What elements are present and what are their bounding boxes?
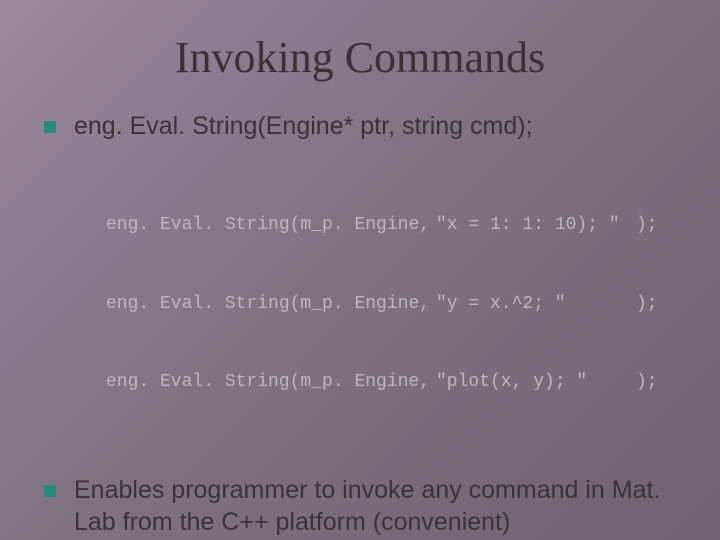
code-fn: eng. Eval. String(m_p. Engine,	[106, 369, 436, 395]
code-line: eng. Eval. String(m_p. Engine,"plot(x, y…	[106, 369, 684, 395]
code-block: eng. Eval. String(m_p. Engine,"x = 1: 1:…	[106, 160, 684, 447]
bullet-square-icon	[44, 485, 56, 497]
code-line: eng. Eval. String(m_p. Engine,"x = 1: 1:…	[106, 212, 684, 238]
bullet-text: eng. Eval. String(Engine* ptr, string cm…	[74, 111, 533, 142]
code-fn: eng. Eval. String(m_p. Engine,	[106, 212, 436, 238]
code-line: eng. Eval. String(m_p. Engine,"y = x.^2;…	[106, 291, 684, 317]
bullet-square-icon	[44, 121, 56, 133]
bullet-text: Enables programmer to invoke any command…	[74, 475, 684, 538]
slide: Invoking Commands eng. Eval. String(Engi…	[0, 0, 720, 540]
page-title: Invoking Commands	[36, 32, 684, 83]
code-close: );	[636, 291, 658, 317]
code-arg: "plot(x, y); "	[436, 369, 636, 395]
code-close: );	[636, 369, 658, 395]
code-fn: eng. Eval. String(m_p. Engine,	[106, 291, 436, 317]
bullet-item-1: eng. Eval. String(Engine* ptr, string cm…	[44, 111, 684, 142]
bullet-item-2: Enables programmer to invoke any command…	[44, 475, 684, 538]
code-arg: "y = x.^2; "	[436, 291, 636, 317]
code-close: );	[636, 212, 658, 238]
code-arg: "x = 1: 1: 10); "	[436, 212, 636, 238]
